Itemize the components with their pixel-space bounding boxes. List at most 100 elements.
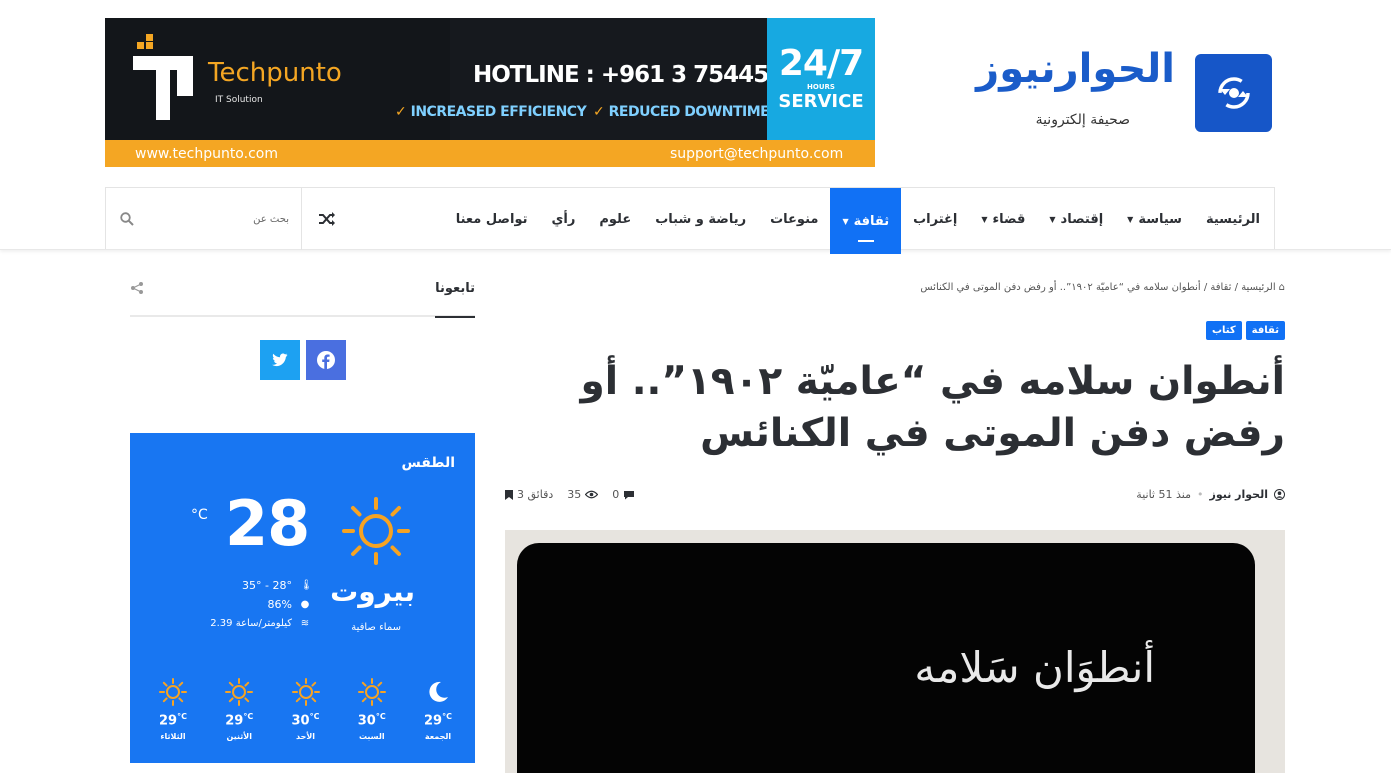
nav-item-label: سياسة <box>1138 211 1182 227</box>
nav-item[interactable]: إقتصاد ▼ <box>1037 188 1115 250</box>
nav-item[interactable]: رياضة و شباب <box>643 188 758 250</box>
forecast-temp: 29°C <box>159 712 187 729</box>
article-author[interactable]: الحوار نيوز <box>1209 488 1268 501</box>
site-tagline: صحيفة إلكترونية <box>1035 112 1130 128</box>
category-tag[interactable]: ثقافة <box>1245 321 1285 340</box>
shuffle-icon <box>319 212 335 226</box>
techpunto-logo-icon <box>133 34 193 120</box>
moon-icon <box>413 676 463 708</box>
breadcrumb-category[interactable]: ثقافة <box>1210 282 1231 293</box>
forecast-day: 30°C السبت <box>347 676 397 741</box>
views-count: 35 <box>567 488 599 501</box>
nav-item[interactable]: سياسة ▼ <box>1115 188 1194 250</box>
search-input[interactable] <box>139 208 289 230</box>
sun-icon <box>347 676 397 708</box>
weather-forecast: 29°C الجمعة 30°C السبت 30°C الأحد 29°C الأثنين 2… <box>148 676 463 741</box>
nav-item-label: علوم <box>599 211 632 227</box>
nav-item[interactable]: ثقافة ▼ <box>830 188 902 254</box>
forecast-temp: 29°C <box>424 712 452 729</box>
weather-city: بيروت <box>330 575 415 608</box>
banner-brand-sub: IT Solution <box>215 95 263 105</box>
nav-search <box>106 188 302 250</box>
nav-item-label: رياضة و شباب <box>655 211 747 227</box>
article-meta: الحوار نيوز • منذ 51 ثانية 3 دقائق 35 0 <box>505 488 1285 506</box>
site-logo[interactable]: الحوارنيوز صحيفة إلكترونية <box>975 46 1275 140</box>
chevron-down-icon: ▼ <box>981 214 988 224</box>
banner-service-badge: 24/7 HOURS SERVICE <box>767 18 875 140</box>
weather-description: سماء صافية <box>351 622 401 633</box>
nav-item[interactable]: قضاء ▼ <box>969 188 1037 250</box>
forecast-temp: 30°C <box>291 712 320 729</box>
nav-item[interactable]: إغتراب <box>901 188 969 250</box>
breadcrumb-separator: / <box>1203 282 1208 293</box>
weather-temperature: 28 <box>225 487 310 560</box>
category-tag[interactable]: كتاب <box>1205 321 1242 340</box>
random-article-button[interactable] <box>302 188 352 250</box>
ad-banner[interactable]: Techpunto IT Solution HOTLINE : +961 3 7… <box>105 18 875 167</box>
nav-menu: الرئيسية سياسة ▼ إقتصاد ▼ قضاء ▼ إغتراب ثقافة ▼ من… <box>444 188 1274 254</box>
comments-count[interactable]: 0 <box>612 488 635 501</box>
forecast-day-name: الجمعة <box>424 732 452 742</box>
follow-widget-header: تابعونا <box>130 281 475 318</box>
banner-brand: Techpunto <box>208 58 342 88</box>
banner-hotline: HOTLINE : +961 3 754455 <box>473 62 784 88</box>
weather-title: الطقس <box>401 455 455 471</box>
home-icon: ⌂ <box>1278 282 1285 293</box>
nav-item-label: إقتصاد <box>1060 211 1104 227</box>
sun-icon <box>214 676 264 708</box>
sun-icon <box>342 497 410 565</box>
featured-image-caption: أنطوَان سَلامه <box>914 643 1155 692</box>
forecast-temp: 30°C <box>357 712 386 729</box>
breadcrumb-current: أنطوان سلامه في “عاميّة ١٩٠٢”.. أو رفض د… <box>920 282 1201 293</box>
chevron-down-icon: ▼ <box>1049 214 1056 224</box>
read-time: 3 دقائق <box>505 488 553 501</box>
logo-icon <box>1195 54 1272 132</box>
bookmark-icon <box>505 489 513 500</box>
nav-item[interactable]: رأي <box>539 188 587 250</box>
site-name: الحوارنيوز <box>976 46 1175 92</box>
eye-icon <box>585 490 599 499</box>
nav-item[interactable]: علوم <box>587 188 643 250</box>
nav-item[interactable]: الرئيسية <box>1194 188 1274 250</box>
forecast-day: 29°C الجمعة <box>413 676 463 741</box>
humidity-icon: ● <box>300 599 310 610</box>
forecast-day-name: الأثنين <box>226 732 252 742</box>
banner-url-left: www.techpunto.com <box>135 146 278 162</box>
comments-icon <box>624 490 635 499</box>
share-icon[interactable] <box>130 281 144 295</box>
user-icon <box>1274 489 1285 500</box>
weather-range: 35° - 28° 🌡︎ <box>242 579 313 592</box>
facebook-button[interactable] <box>306 340 346 380</box>
nav-item[interactable]: تواصل معنا <box>444 188 540 250</box>
article-title: أنطوان سلامه في “عاميّة ١٩٠٢”.. أو رفض د… <box>580 359 1285 456</box>
breadcrumb-home[interactable]: الرئيسية <box>1241 282 1275 293</box>
site-header: الحوارنيوز صحيفة إلكترونية Techpunto IT … <box>0 0 1391 254</box>
wind-icon: ≋ <box>300 618 310 629</box>
weather-unit: °C <box>191 507 208 523</box>
forecast-day-name: الأحد <box>295 732 316 742</box>
forecast-day: 29°C الثلاثاء <box>148 676 198 741</box>
chevron-down-icon: ▼ <box>1127 214 1134 224</box>
weather-widget: الطقس 28 °C بيروت سماء صافية 35° - 28° 🌡︎… <box>130 433 475 763</box>
sun-icon <box>281 676 331 708</box>
forecast-day: 29°C الأثنين <box>214 676 264 741</box>
breadcrumb: ⌂الرئيسية / ثقافة / أنطوان سلامه في “عام… <box>920 282 1285 293</box>
sun-icon <box>148 676 198 708</box>
forecast-day-name: الثلاثاء <box>160 732 186 742</box>
search-button[interactable] <box>116 208 138 230</box>
twitter-button[interactable] <box>260 340 300 380</box>
featured-image: أنطوَان سَلامه <box>505 530 1285 773</box>
nav-item-label: منوعات <box>770 211 819 227</box>
forecast-temp: 29°C <box>225 712 254 729</box>
banner-feature-1: ✓ INCREASED EFFICIENCY <box>395 104 587 120</box>
follow-title: تابعونا <box>435 281 475 318</box>
nav-item-label: قضاء <box>992 211 1026 227</box>
breadcrumb-separator: / <box>1234 282 1238 293</box>
nav-item[interactable]: منوعات <box>758 188 830 250</box>
nav-item-label: رأي <box>551 211 576 227</box>
forecast-day: 30°C الأحد <box>281 676 331 741</box>
nav-item-label: إغتراب <box>913 211 958 227</box>
main-nav: الرئيسية سياسة ▼ إقتصاد ▼ قضاء ▼ إغتراب ثقافة ▼ من… <box>105 187 1275 254</box>
nav-item-label: الرئيسية <box>1205 211 1260 227</box>
article-categories: ثقافة كتاب <box>1205 321 1285 340</box>
